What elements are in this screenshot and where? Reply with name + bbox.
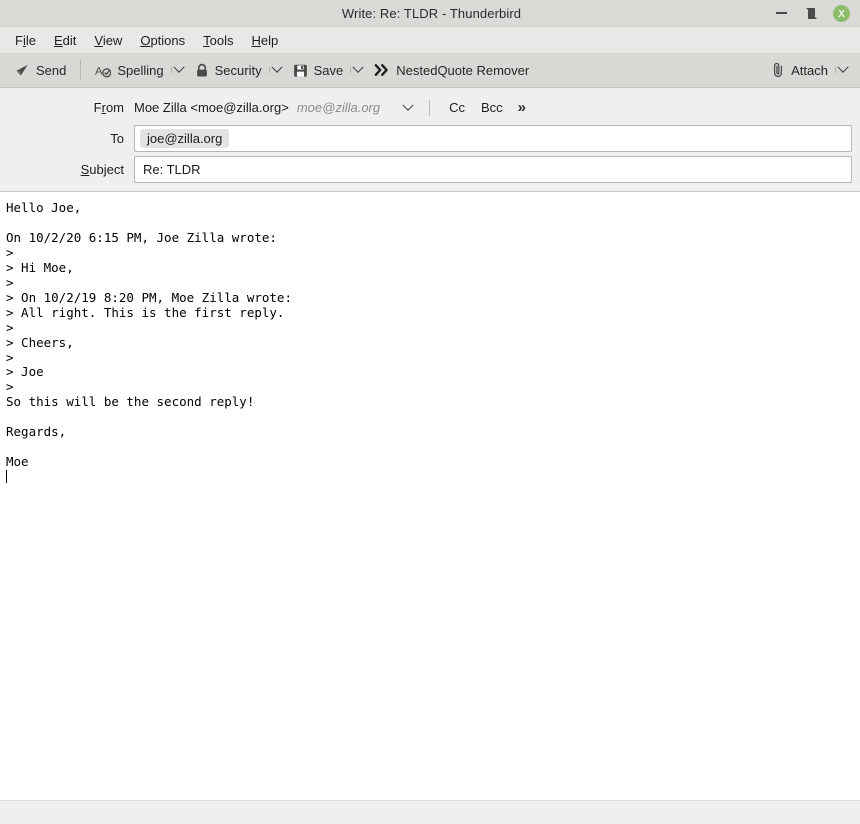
- compose-window: Write: Re: TLDR - Thunderbird x File Edi…: [0, 0, 860, 824]
- menu-view-post: iew: [102, 32, 123, 48]
- svg-text:A: A: [95, 65, 103, 77]
- more-recipients-button[interactable]: »: [511, 98, 533, 117]
- spelling-dropdown-button[interactable]: [170, 61, 188, 78]
- menu-help[interactable]: Help: [243, 30, 288, 51]
- security-label: Security: [214, 62, 262, 78]
- chevron-down-icon: [172, 61, 185, 73]
- save-button[interactable]: Save: [286, 59, 351, 82]
- bcc-button[interactable]: Bcc: [473, 97, 511, 118]
- chevron-down-icon: [352, 61, 364, 73]
- message-body-text[interactable]: Hello Joe, On 10/2/20 6:15 PM, Joe Zilla…: [0, 192, 860, 485]
- paperclip-icon: [772, 62, 785, 78]
- status-bar: [0, 800, 860, 824]
- menu-options-accesskey: O: [140, 32, 151, 48]
- maximize-button[interactable]: [803, 5, 819, 21]
- floppy-disk-icon: [293, 63, 308, 78]
- menu-tools[interactable]: Tools: [194, 30, 242, 51]
- title-bar: Write: Re: TLDR - Thunderbird x: [0, 0, 860, 27]
- subject-value: Re: TLDR: [143, 162, 201, 177]
- subject-input[interactable]: Re: TLDR: [134, 156, 852, 183]
- menu-edit-accesskey: E: [53, 32, 63, 48]
- menu-bar: File Edit View Options Tools Help: [0, 27, 860, 53]
- from-address: Moe Zilla <moe@zilla.org>: [134, 100, 289, 115]
- spelling-split-button: A Spelling: [88, 59, 187, 82]
- compose-toolbar: Send A Spelling Security Save NestedQuot…: [0, 53, 860, 88]
- attach-button[interactable]: Attach: [765, 58, 835, 82]
- menu-view-accesskey: V: [94, 32, 103, 48]
- text-caret: [6, 470, 7, 484]
- header-separator: [429, 99, 431, 116]
- minimize-icon: [775, 12, 787, 14]
- security-split-button: Security: [188, 59, 286, 82]
- spelling-button[interactable]: A Spelling: [88, 59, 170, 82]
- subject-label: Subject: [8, 162, 134, 177]
- menu-help-post: elp: [260, 32, 279, 48]
- menu-file-pre: F: [15, 32, 23, 48]
- from-identity: moe@zilla.org: [296, 100, 381, 115]
- from-label-post: om: [105, 100, 124, 115]
- menu-file-post: le: [25, 32, 36, 48]
- restore-icon: [805, 7, 817, 19]
- from-value[interactable]: Moe Zilla <moe@zilla.org> moe@zilla.org: [134, 100, 380, 115]
- chevron-down-icon: [402, 99, 414, 111]
- menu-tools-post: ools: [209, 32, 234, 48]
- menu-edit-post: dit: [62, 32, 77, 48]
- message-body-area[interactable]: Hello Joe, On 10/2/20 6:15 PM, Joe Zilla…: [0, 192, 860, 800]
- send-label: Send: [36, 62, 67, 78]
- nestedquote-remover-button[interactable]: NestedQuote Remover: [367, 59, 536, 82]
- from-row: From Moe Zilla <moe@zilla.org> moe@zilla…: [8, 93, 852, 122]
- security-button[interactable]: Security: [188, 59, 269, 82]
- menu-help-accesskey: H: [251, 32, 261, 48]
- close-button[interactable]: x: [833, 4, 850, 22]
- spelling-label: Spelling: [117, 62, 164, 78]
- subject-label-post: ubject: [89, 162, 124, 177]
- lock-icon: [195, 63, 209, 78]
- chevron-down-icon: [837, 61, 849, 73]
- attach-dropdown-button[interactable]: [835, 61, 852, 78]
- double-chevron-right-icon: [374, 63, 390, 77]
- cc-button[interactable]: Cc: [441, 97, 473, 118]
- window-title: Write: Re: TLDR - Thunderbird: [341, 5, 522, 21]
- subject-row: Subject Re: TLDR: [8, 155, 852, 184]
- paper-plane-icon: [15, 63, 30, 78]
- menu-options[interactable]: Options: [131, 30, 194, 51]
- save-split-button: Save: [286, 59, 368, 82]
- from-dropdown-button[interactable]: [398, 99, 418, 116]
- toolbar-separator-1: [80, 60, 82, 80]
- spellcheck-icon: A: [95, 63, 112, 78]
- nestedquote-remover-label: NestedQuote Remover: [396, 62, 530, 78]
- attach-split-button: Attach: [765, 58, 852, 82]
- recipient-pill[interactable]: joe@zilla.org: [140, 129, 230, 148]
- subject-label-accesskey: S: [80, 162, 90, 177]
- to-input[interactable]: joe@zilla.org: [134, 125, 852, 152]
- security-dropdown-button[interactable]: [268, 61, 286, 78]
- attach-label: Attach: [791, 62, 828, 78]
- message-body-content: Hello Joe, On 10/2/20 6:15 PM, Joe Zilla…: [6, 200, 292, 470]
- to-row: To joe@zilla.org: [8, 124, 852, 153]
- menu-file[interactable]: File: [6, 30, 45, 51]
- menu-edit[interactable]: Edit: [45, 30, 85, 51]
- from-label: From: [8, 100, 134, 115]
- from-label-pre: F: [93, 100, 102, 115]
- address-headers: From Moe Zilla <moe@zilla.org> moe@zilla…: [0, 88, 860, 192]
- minimize-button[interactable]: [773, 5, 789, 21]
- chevron-down-icon: [270, 61, 283, 73]
- menu-view[interactable]: View: [85, 30, 131, 51]
- send-button[interactable]: Send: [8, 59, 73, 82]
- menu-options-post: ptions: [150, 32, 186, 48]
- save-dropdown-button[interactable]: [350, 61, 367, 78]
- window-controls: x: [773, 4, 860, 22]
- save-label: Save: [313, 62, 344, 78]
- to-label: To: [110, 131, 124, 146]
- close-icon: x: [837, 6, 846, 20]
